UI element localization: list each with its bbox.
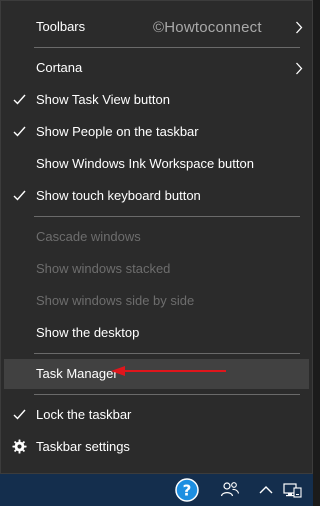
menu-item-label: Lock the taskbar <box>36 407 132 422</box>
help-button[interactable]: ? <box>172 474 202 506</box>
menu-item-show-ink-workspace[interactable]: Show Windows Ink Workspace button <box>4 149 309 179</box>
menu-item-label: Show the desktop <box>36 325 140 340</box>
menu-item-label: Show Windows Ink Workspace button <box>36 156 254 171</box>
menu-item-show-people[interactable]: Show People on the taskbar <box>4 117 309 147</box>
menu-item-windows-stacked: Show windows stacked <box>4 254 309 284</box>
menu-item-label: Show windows side by side <box>36 293 195 308</box>
menu-item-windows-side-by-side: Show windows side by side <box>4 286 309 316</box>
menu-item-label: Show People on the taskbar <box>36 124 199 139</box>
network-icon <box>283 483 302 498</box>
menu-separator <box>34 216 300 217</box>
menu-item-show-task-view[interactable]: Show Task View button <box>4 85 309 115</box>
menu-item-label: Show touch keyboard button <box>36 188 201 203</box>
gear-icon <box>12 439 27 454</box>
menu-item-label: Cascade windows <box>36 229 141 244</box>
checkmark-icon <box>13 190 26 201</box>
people-button[interactable] <box>217 474 243 506</box>
menu-item-show-touch-keyboard[interactable]: Show touch keyboard button <box>4 181 309 211</box>
annotation-arrow-icon <box>111 366 226 376</box>
menu-item-label: Show Task View button <box>36 92 170 107</box>
menu-item-lock-taskbar[interactable]: Lock the taskbar <box>4 400 309 430</box>
menu-item-label: Toolbars <box>36 19 86 34</box>
menu-item-label: Cortana <box>36 60 83 75</box>
help-icon: ? <box>175 478 199 502</box>
taskbar-context-menu: ©Howtoconnect Toolbars Cortana Show Task… <box>0 0 313 474</box>
menu-item-toolbars[interactable]: Toolbars <box>4 12 309 42</box>
checkmark-icon <box>13 94 26 105</box>
menu-item-label: Show windows stacked <box>36 261 171 276</box>
menu-separator <box>34 47 300 48</box>
show-hidden-icons-button[interactable] <box>256 474 276 506</box>
checkmark-icon <box>13 126 26 137</box>
network-button[interactable] <box>280 474 304 506</box>
menu-item-label: Taskbar settings <box>36 439 130 454</box>
menu-item-taskbar-settings[interactable]: Taskbar settings <box>4 432 309 462</box>
chevron-up-icon <box>259 486 273 494</box>
menu-separator <box>34 394 300 395</box>
menu-item-label: Task Manager <box>36 366 118 381</box>
people-icon <box>220 482 240 497</box>
menu-item-cascade-windows: Cascade windows <box>4 222 309 252</box>
checkmark-icon <box>13 409 26 420</box>
menu-item-show-desktop[interactable]: Show the desktop <box>4 318 309 348</box>
menu-item-cortana[interactable]: Cortana <box>4 53 309 83</box>
chevron-right-icon <box>296 21 303 34</box>
svg-text:?: ? <box>183 482 192 500</box>
menu-separator <box>34 353 300 354</box>
taskbar: ? <box>0 474 313 506</box>
chevron-right-icon <box>296 62 303 75</box>
